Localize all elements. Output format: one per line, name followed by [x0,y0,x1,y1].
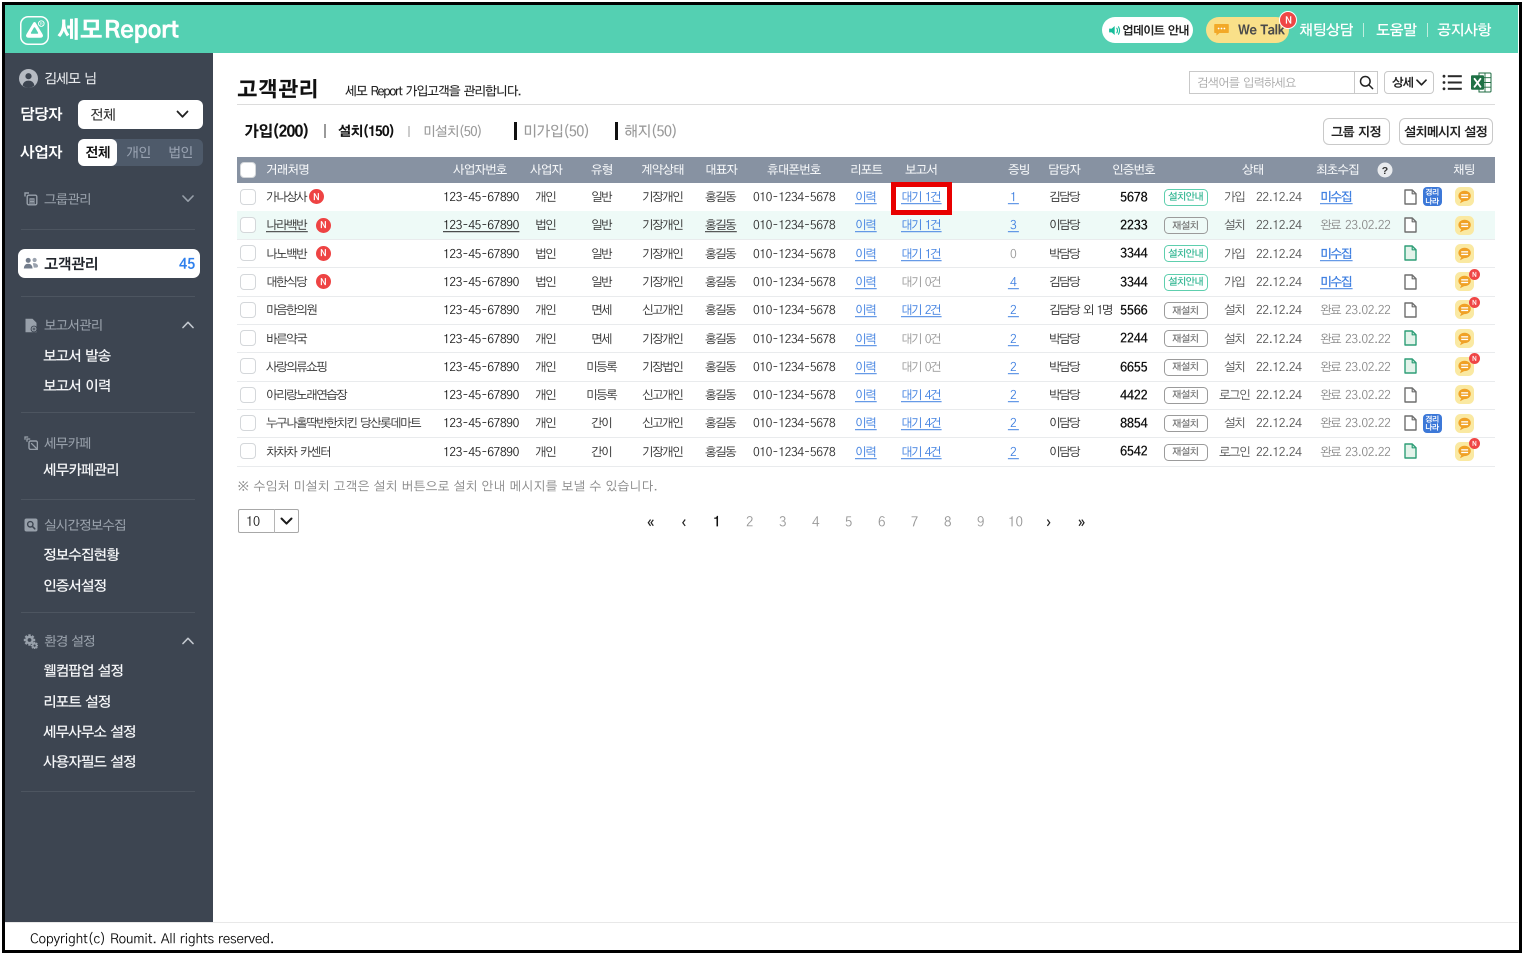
svg-text:?: ? [1382,165,1388,177]
